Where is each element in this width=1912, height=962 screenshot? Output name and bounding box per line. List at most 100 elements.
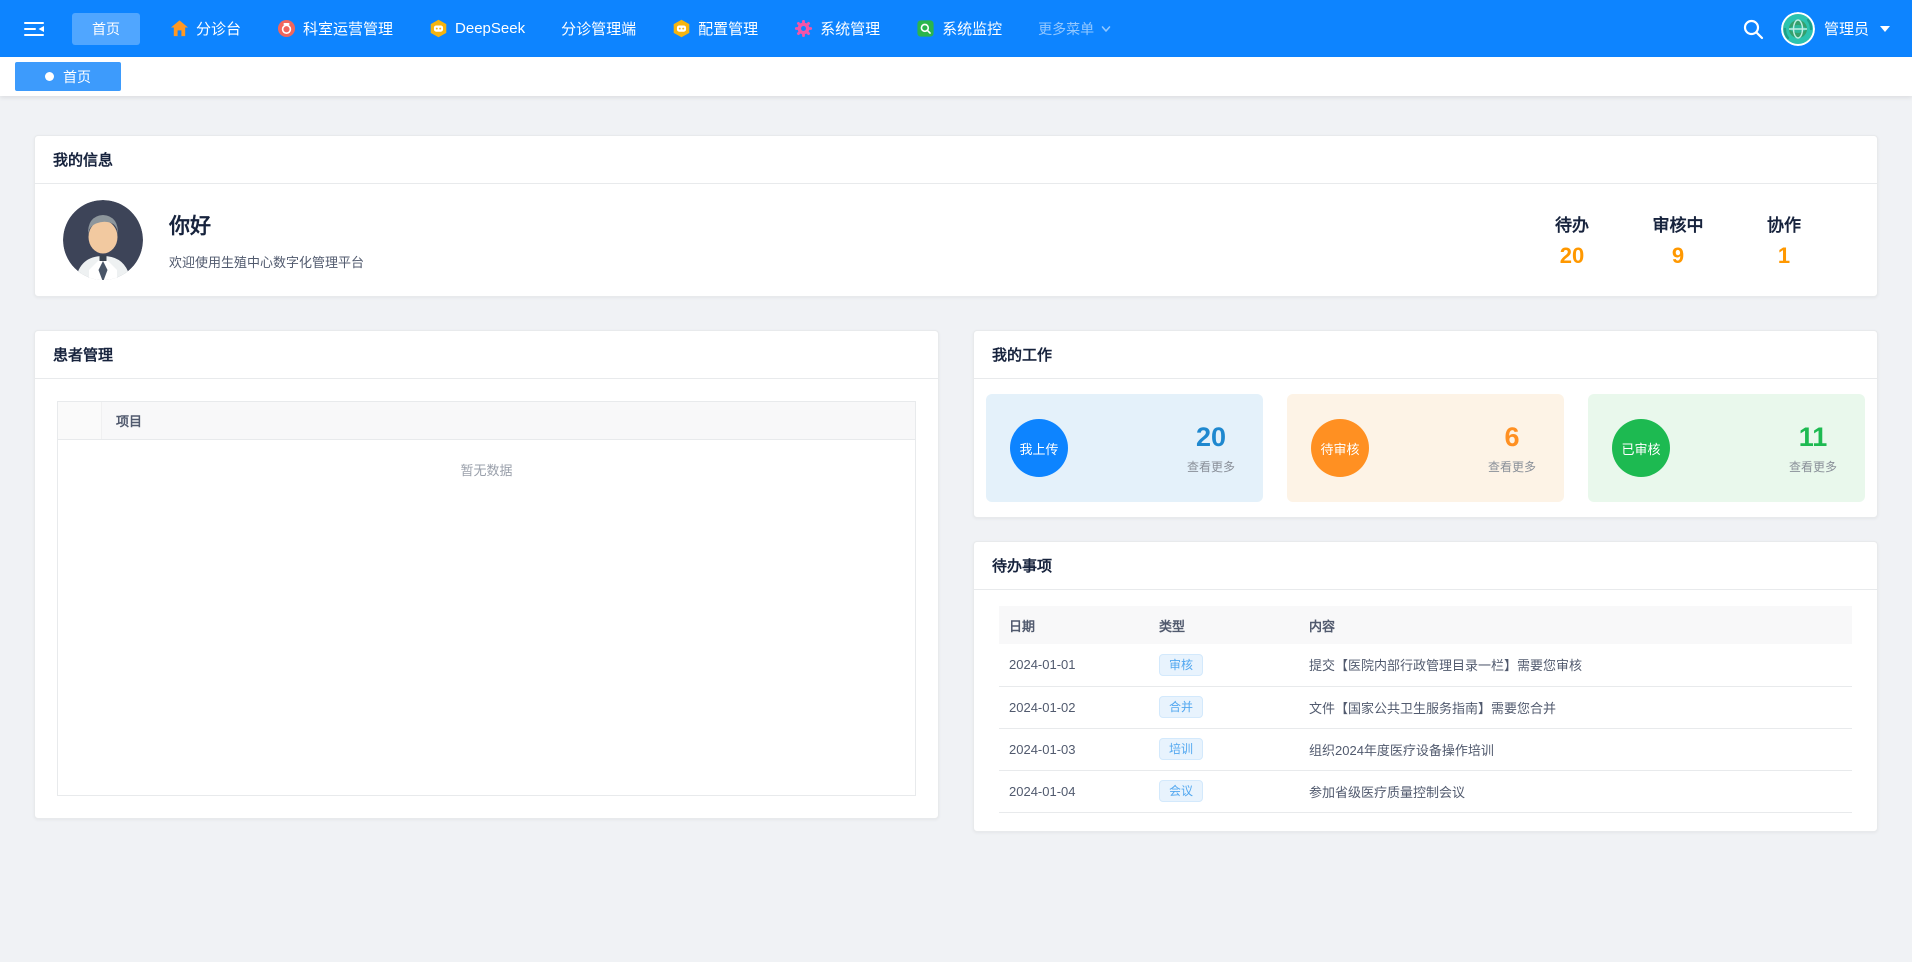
todo-date: 2024-01-01	[999, 644, 1149, 686]
stat-label: 协作	[1755, 211, 1813, 236]
tile-circle-label: 待审核	[1311, 419, 1369, 477]
todo-title: 待办事项	[974, 542, 1877, 590]
tab-home[interactable]: 首页	[15, 62, 121, 91]
tile-reviewed[interactable]: 已审核 11 查看更多	[1588, 394, 1865, 502]
todo-col-type: 类型	[1149, 606, 1299, 644]
todo-row[interactable]: 2024-01-03 培训 组织2024年度医疗设备操作培训	[999, 728, 1852, 770]
todo-content: 参加省级医疗质量控制会议	[1299, 770, 1852, 812]
stat-pending: 待办 20	[1543, 211, 1601, 269]
nav-item-label: 分诊台	[196, 18, 241, 39]
nav-item-system-mgmt[interactable]: 系统管理	[794, 18, 880, 39]
nav-item-label: 配置管理	[698, 18, 758, 39]
stat-label: 审核中	[1649, 211, 1707, 236]
house-icon	[170, 19, 189, 38]
tile-pending-review[interactable]: 待审核 6 查看更多	[1287, 394, 1564, 502]
my-info-card: 我的信息 你好 欢迎使用生殖中心数字化管理平台	[34, 135, 1878, 297]
todo-type-badge: 会议	[1159, 780, 1203, 802]
todo-type-badge: 审核	[1159, 654, 1203, 676]
nav-item-label: DeepSeek	[455, 20, 525, 37]
patient-management-card: 患者管理 项目 暂无数据	[34, 330, 939, 819]
my-info-card-body: 你好 欢迎使用生殖中心数字化管理平台 待办 20 审核中 9 协作 1	[35, 184, 1877, 296]
nav-item-label: 科室运营管理	[303, 18, 393, 39]
patient-management-body: 项目 暂无数据	[35, 379, 938, 818]
nav-item-deepseek[interactable]: DeepSeek	[429, 19, 525, 38]
patient-table: 项目 暂无数据	[57, 401, 916, 796]
todo-header-row: 日期 类型 内容	[999, 606, 1852, 644]
stat-label: 待办	[1543, 211, 1601, 236]
collapse-sidebar-icon[interactable]	[22, 17, 46, 41]
caret-down-icon	[1880, 26, 1890, 32]
stat-in-review: 审核中 9	[1649, 211, 1707, 269]
nav-item-label: 系统管理	[820, 18, 880, 39]
top-navbar: 首页 分诊台 科室运营管理 DeepSeek	[0, 0, 1912, 57]
todo-date: 2024-01-02	[999, 686, 1149, 728]
stat-value: 9	[1649, 243, 1707, 269]
empty-data-text: 暂无数据	[58, 440, 915, 479]
nav-item-label: 系统监控	[942, 18, 1002, 39]
view-more-link[interactable]: 查看更多	[1789, 458, 1837, 475]
username-label: 管理员	[1824, 18, 1869, 39]
patient-table-column-header: 项目	[102, 411, 142, 430]
greeting-subtitle: 欢迎使用生殖中心数字化管理平台	[169, 252, 364, 271]
config-icon	[672, 19, 691, 38]
more-menu-label: 更多菜单	[1038, 19, 1094, 39]
navbar-right: 管理员	[1741, 12, 1890, 46]
my-work-title: 我的工作	[974, 331, 1877, 379]
home-button[interactable]: 首页	[72, 13, 140, 45]
todo-row[interactable]: 2024-01-04 会议 参加省级医疗质量控制会议	[999, 770, 1852, 812]
main-content: 我的信息 你好 欢迎使用生殖中心数字化管理平台	[0, 96, 1912, 832]
nav-menu: 分诊台 科室运营管理 DeepSeek 分诊管理端	[170, 18, 1112, 39]
nav-item-dept-operations[interactable]: 科室运营管理	[277, 18, 393, 39]
todo-date: 2024-01-03	[999, 728, 1149, 770]
patient-management-title: 患者管理	[35, 331, 938, 379]
department-icon	[277, 19, 296, 38]
my-work-body: 我上传 20 查看更多 待审核 6 查看更多 已	[974, 379, 1877, 517]
chevron-down-icon	[1100, 23, 1112, 35]
info-stats: 待办 20 审核中 9 协作 1	[1543, 211, 1813, 269]
view-more-link[interactable]: 查看更多	[1488, 458, 1536, 475]
patient-table-header: 项目	[58, 402, 915, 440]
stat-collaboration: 协作 1	[1755, 211, 1813, 269]
todo-content: 组织2024年度医疗设备操作培训	[1299, 728, 1852, 770]
tab-active-dot	[45, 72, 54, 81]
tile-circle-label: 已审核	[1612, 419, 1670, 477]
tab-label: 首页	[63, 67, 91, 87]
user-avatar	[1781, 12, 1815, 46]
todo-type-badge: 合并	[1159, 696, 1203, 718]
todo-type-badge: 培训	[1159, 738, 1203, 760]
profile-avatar	[63, 200, 143, 280]
user-menu[interactable]: 管理员	[1781, 12, 1890, 46]
todo-card: 待办事项 日期 类型 内容 2024-01-01	[973, 541, 1878, 832]
stat-value: 20	[1543, 243, 1601, 269]
nav-item-label: 分诊管理端	[561, 18, 636, 39]
tile-count: 6	[1488, 422, 1536, 453]
nav-item-triage[interactable]: 分诊台	[170, 18, 241, 39]
tile-circle-label: 我上传	[1010, 419, 1068, 477]
view-more-link[interactable]: 查看更多	[1187, 458, 1235, 475]
todo-row[interactable]: 2024-01-02 合并 文件【国家公共卫生服务指南】需要您合并	[999, 686, 1852, 728]
nav-item-config[interactable]: 配置管理	[672, 18, 758, 39]
todo-col-date: 日期	[999, 606, 1149, 644]
nav-item-system-monitor[interactable]: 系统监控	[916, 18, 1002, 39]
greeting-block: 你好 欢迎使用生殖中心数字化管理平台	[169, 210, 364, 271]
my-work-card: 我的工作 我上传 20 查看更多 待审核 6 查看更多	[973, 330, 1878, 518]
nav-item-triage-admin[interactable]: 分诊管理端	[561, 18, 636, 39]
tile-count: 11	[1789, 422, 1837, 453]
todo-content: 文件【国家公共卫生服务指南】需要您合并	[1299, 686, 1852, 728]
greeting-title: 你好	[169, 210, 364, 240]
my-info-card-title: 我的信息	[35, 136, 1877, 184]
monitor-icon	[916, 19, 935, 38]
stat-value: 1	[1755, 243, 1813, 269]
tile-my-uploads[interactable]: 我上传 20 查看更多	[986, 394, 1263, 502]
todo-table: 日期 类型 内容 2024-01-01 审核 提交【医院内部行政管理目录一栏】需…	[999, 606, 1852, 813]
gear-icon	[794, 19, 813, 38]
todo-row[interactable]: 2024-01-01 审核 提交【医院内部行政管理目录一栏】需要您审核	[999, 644, 1852, 686]
tile-count: 20	[1187, 422, 1235, 453]
todo-body: 日期 类型 内容 2024-01-01 审核 提交【医院内部行政管理目录一栏】需…	[974, 590, 1877, 831]
deepseek-icon	[429, 19, 448, 38]
search-icon[interactable]	[1741, 17, 1765, 41]
more-menu-button[interactable]: 更多菜单	[1038, 19, 1112, 39]
patient-table-spacer-cell	[58, 402, 102, 439]
todo-content: 提交【医院内部行政管理目录一栏】需要您审核	[1299, 644, 1852, 686]
todo-col-content: 内容	[1299, 606, 1852, 644]
